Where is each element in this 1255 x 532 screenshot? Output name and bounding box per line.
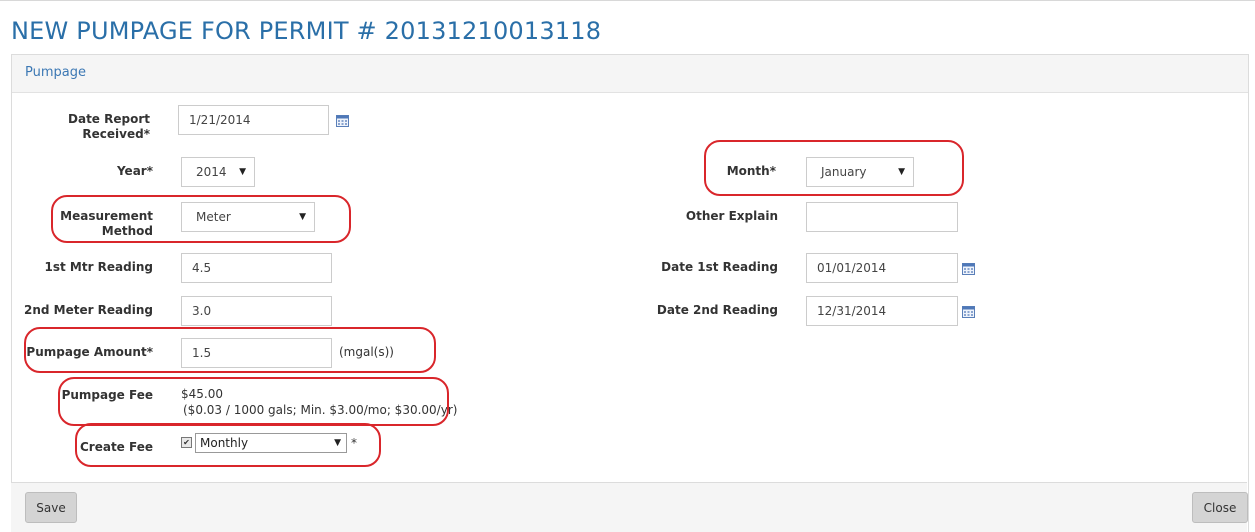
chevron-down-icon: ▼: [898, 167, 905, 177]
year-value: 2014: [196, 165, 227, 179]
save-button[interactable]: Save: [25, 492, 77, 523]
create-fee-frequency-select[interactable]: Monthly ▼: [195, 433, 347, 453]
chevron-down-icon: ▼: [299, 212, 306, 222]
year-select[interactable]: 2014 ▼: [181, 157, 255, 187]
other-explain-label: Other Explain: [685, 209, 778, 223]
first-reading-input[interactable]: 4.5: [181, 253, 332, 283]
panel-title: Pumpage: [25, 65, 86, 80]
month-value: January: [821, 165, 867, 179]
top-border: [0, 0, 1255, 1]
measurement-method-label: Measurement Method: [60, 209, 153, 238]
chevron-down-icon: ▼: [334, 438, 341, 448]
first-reading-label: 1st Mtr Reading: [44, 260, 154, 274]
close-button[interactable]: Close: [1192, 492, 1248, 523]
create-fee-label: Create Fee: [79, 440, 153, 454]
date-second-reading-label: Date 2nd Reading: [656, 303, 778, 317]
pumpage-amount-unit: (mgal(s)): [339, 345, 394, 359]
other-explain-input[interactable]: [806, 202, 958, 232]
panel-header: Pumpage: [12, 55, 1248, 93]
second-reading-label: 2nd Meter Reading: [23, 303, 153, 317]
calendar-icon[interactable]: [962, 305, 975, 318]
create-fee-frequency-value: Monthly: [200, 436, 249, 450]
create-fee-checkbox[interactable]: ✔: [181, 437, 192, 448]
checkmark-icon: ✔: [183, 438, 190, 447]
measurement-method-select[interactable]: Meter ▼: [181, 202, 315, 232]
date-second-reading-input[interactable]: 12/31/2014: [806, 296, 958, 326]
required-mark: *: [351, 436, 357, 450]
page-title: NEW PUMPAGE FOR PERMIT # 20131210013118: [11, 17, 602, 45]
calendar-icon[interactable]: [336, 114, 349, 127]
second-reading-input[interactable]: 3.0: [181, 296, 332, 326]
date-received-input[interactable]: 1/21/2014: [178, 105, 329, 135]
pumpage-amount-label: Pumpage Amount*: [26, 345, 153, 359]
date-first-reading-input[interactable]: 01/01/2014: [806, 253, 958, 283]
pumpage-fee-value: $45.00: [181, 387, 223, 401]
chevron-down-icon: ▼: [239, 167, 246, 177]
year-label: Year*: [116, 164, 153, 178]
pumpage-amount-input[interactable]: 1.5: [181, 338, 332, 368]
panel-footer: [11, 482, 1247, 532]
measurement-method-value: Meter: [196, 210, 231, 224]
pumpage-fee-label: Pumpage Fee: [61, 388, 153, 402]
month-label: Month*: [726, 164, 776, 178]
pumpage-fee-note: ($0.03 / 1000 gals; Min. $3.00/mo; $30.0…: [183, 403, 458, 417]
calendar-icon[interactable]: [962, 262, 975, 275]
month-select[interactable]: January ▼: [806, 157, 914, 187]
date-received-label: Date Report Received*: [68, 112, 150, 141]
date-first-reading-label: Date 1st Reading: [661, 260, 778, 274]
